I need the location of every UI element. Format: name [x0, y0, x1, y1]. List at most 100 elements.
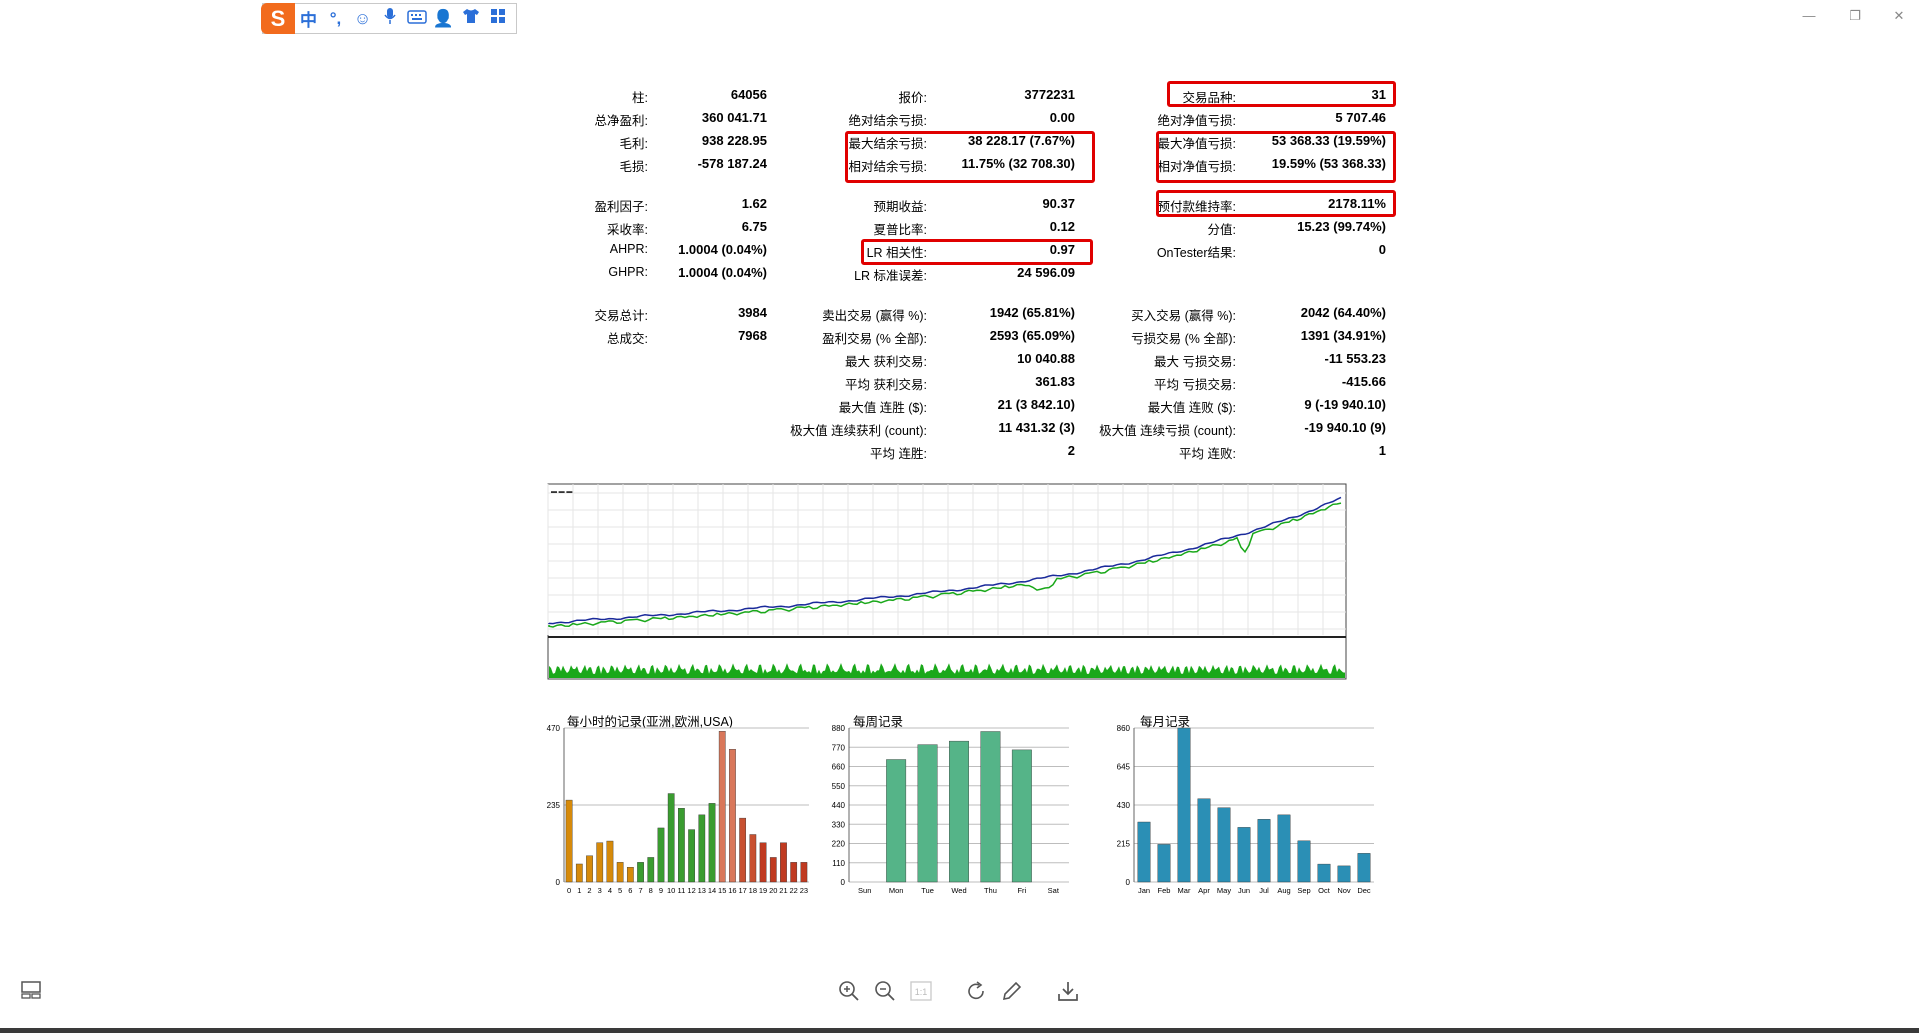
ime-chinese-mode[interactable]: 中 — [295, 6, 322, 31]
thumbnail-toggle-icon[interactable] — [21, 980, 41, 1000]
edit-pencil-icon[interactable] — [999, 979, 1025, 1005]
stat-label: 夏普比率: — [873, 223, 927, 237]
x-tick-label: 21 — [779, 886, 787, 895]
ime-toolbar[interactable]: S 中 °, ☺ 👤 — [261, 3, 517, 34]
close-icon[interactable]: ✕ — [1889, 8, 1909, 24]
x-tick-label: 8 — [649, 886, 653, 895]
download-icon[interactable] — [1055, 979, 1081, 1005]
stat-label: 平均 连胜: — [870, 447, 927, 461]
taskbar-edge — [0, 1028, 1919, 1033]
stat-value: 1 — [1378, 443, 1386, 458]
monthly-bar-chart: 0 215 430 645 860 Jan Feb Mar Apr May Jun Jul Aug Sep… — [1117, 724, 1374, 895]
stat-value: 360 041.71 — [701, 110, 767, 125]
x-tick-label: Feb — [1158, 886, 1171, 895]
y-tick-label: 860 — [1117, 724, 1131, 733]
minimize-icon[interactable]: — — [1799, 8, 1819, 24]
stat-value: 1.62 — [741, 196, 767, 211]
stat-value: 6.75 — [741, 219, 767, 234]
stat-label: 买入交易 (赢得 %): — [1131, 309, 1236, 323]
bar — [1317, 863, 1331, 883]
stat-label: 总净盈利: — [594, 114, 648, 128]
y-tick-label: 660 — [832, 763, 846, 772]
bar — [667, 793, 675, 883]
highlight-box — [1156, 190, 1396, 217]
y-tick-label: 0 — [556, 878, 561, 887]
stat-value: -415.66 — [1341, 374, 1386, 389]
chart-legend-text: ▬ ▬ ▬ — [551, 489, 572, 495]
sogou-logo-icon[interactable]: S — [261, 3, 295, 34]
y-tick-label: 215 — [1117, 840, 1131, 849]
stat-value: 0 — [1378, 242, 1386, 257]
bar — [586, 855, 593, 883]
balance-equity-chart: ▬ ▬ ▬ — [547, 483, 1347, 680]
microphone-icon[interactable] — [376, 7, 403, 30]
actual-size-icon[interactable]: 1:1 — [908, 979, 934, 1005]
stat-label: 报价: — [898, 91, 927, 105]
x-tick-label: 23 — [800, 886, 808, 895]
bar — [606, 840, 614, 883]
keyboard-icon[interactable] — [403, 9, 430, 29]
stat-value: 0.00 — [1049, 110, 1075, 125]
bar — [800, 862, 808, 883]
y-tick-label: 440 — [832, 801, 846, 810]
stat-label: 亏损交易 (% 全部): — [1131, 332, 1236, 346]
restore-icon[interactable]: ❐ — [1845, 8, 1865, 24]
x-tick-label: Mon — [889, 886, 904, 895]
bar — [637, 862, 644, 883]
bar — [688, 829, 695, 883]
x-tick-label: Sat — [1048, 886, 1060, 895]
bar — [729, 749, 736, 883]
stat-label: AHPR: — [609, 242, 648, 256]
y-tick-label: 0 — [841, 878, 846, 887]
stat-value: 938 228.95 — [701, 133, 767, 148]
x-tick-label: 13 — [698, 886, 706, 895]
bar — [949, 740, 969, 883]
bar — [1257, 819, 1271, 883]
stat-label: 交易总计: — [594, 309, 648, 323]
stat-value: 10 040.88 — [1017, 351, 1075, 366]
x-tick-label: 3 — [598, 886, 602, 895]
x-tick-label: 14 — [708, 886, 716, 895]
bar — [1177, 727, 1191, 883]
stat-label: 盈利交易 (% 全部): — [822, 332, 927, 346]
zoom-in-icon[interactable] — [836, 979, 862, 1005]
bar — [1337, 865, 1351, 883]
y-tick-label: 880 — [832, 724, 846, 733]
rotate-icon[interactable] — [963, 979, 989, 1005]
bar — [980, 731, 1001, 883]
x-tick-label: Jan — [1138, 886, 1150, 895]
stat-label: 采收率: — [607, 223, 648, 237]
actual-size-label: 1:1 — [915, 987, 928, 997]
stat-label: 平均 连败: — [1179, 447, 1236, 461]
x-tick-label: 6 — [628, 886, 632, 895]
bar — [1137, 821, 1151, 883]
stat-label: 平均 获利交易: — [845, 378, 927, 392]
y-tick-label: 0 — [1126, 878, 1131, 887]
stat-label: 极大值 连续亏损 (count): — [1099, 424, 1236, 438]
stat-value: 1391 (34.91%) — [1300, 328, 1386, 343]
x-tick-label: 22 — [790, 886, 798, 895]
bar — [698, 814, 706, 883]
skin-shirt-icon[interactable] — [457, 8, 484, 29]
bar — [678, 808, 685, 883]
stat-value: -19 940.10 (9) — [1304, 420, 1386, 435]
user-icon[interactable]: 👤 — [430, 9, 457, 29]
toolbox-grid-icon[interactable] — [484, 8, 511, 29]
emoji-icon[interactable]: ☺ — [349, 9, 376, 29]
x-tick-label: 20 — [769, 886, 777, 895]
stat-value: 3772231 — [1024, 87, 1075, 102]
stat-label: 卖出交易 (赢得 %): — [822, 309, 927, 323]
stat-value: 90.37 — [1042, 196, 1075, 211]
ime-punctuation[interactable]: °, — [322, 9, 349, 29]
x-tick-label: 18 — [749, 886, 757, 895]
bar — [616, 862, 624, 883]
highlight-box — [845, 131, 1095, 183]
stat-label: 极大值 连续获利 (count): — [790, 424, 927, 438]
x-tick-label: 2 — [587, 886, 591, 895]
x-tick-label: Aug — [1277, 886, 1290, 895]
stat-value: 1.0004 (0.04%) — [678, 242, 767, 257]
stat-value: 5 707.46 — [1335, 110, 1386, 125]
stat-label: 绝对净值亏损: — [1157, 114, 1236, 128]
bar — [626, 867, 634, 883]
zoom-out-icon[interactable] — [872, 979, 898, 1005]
